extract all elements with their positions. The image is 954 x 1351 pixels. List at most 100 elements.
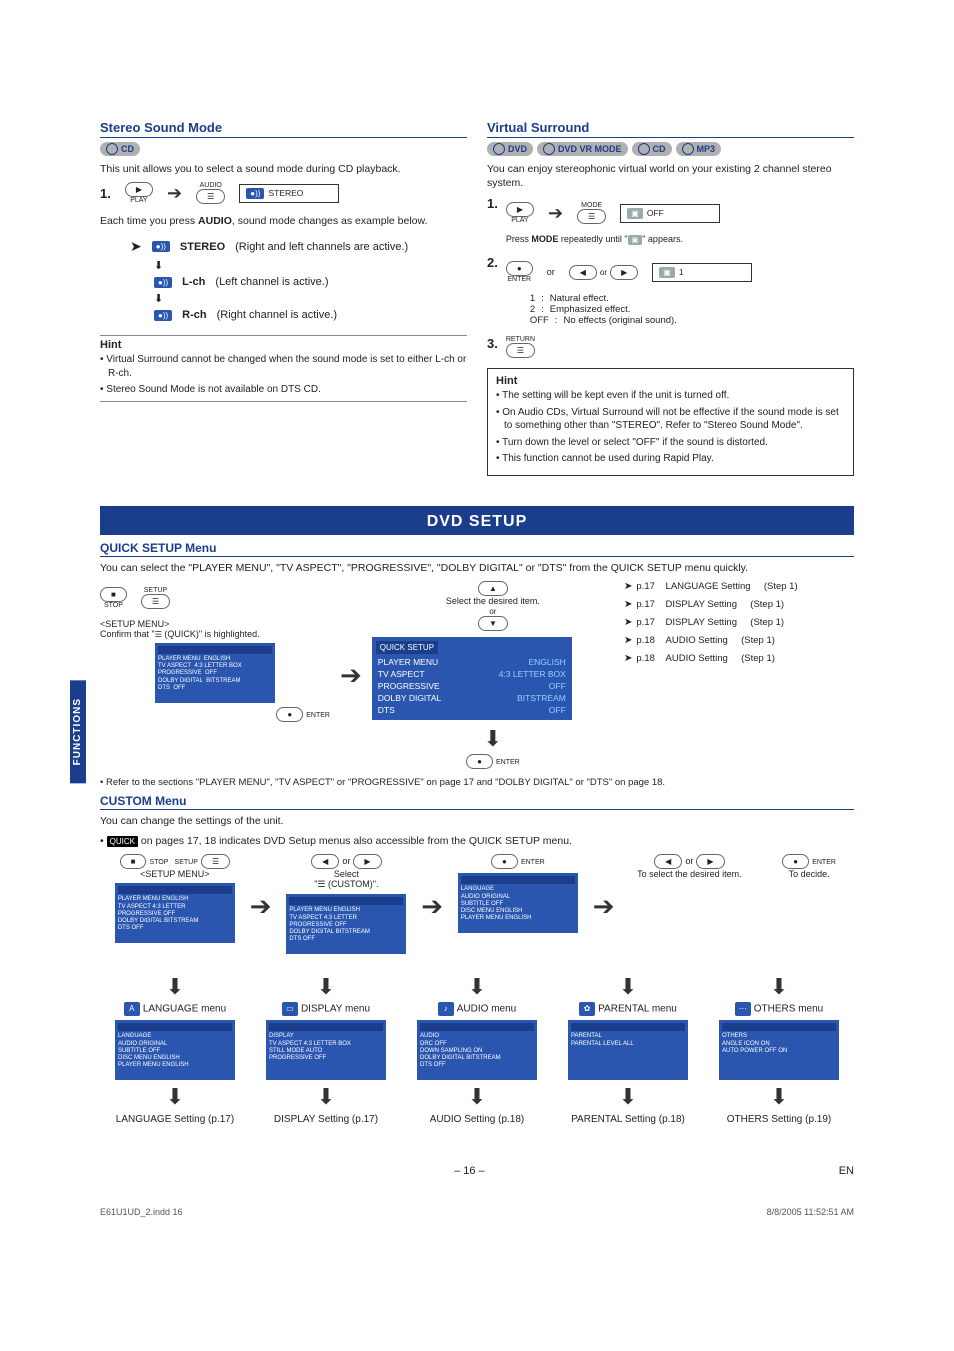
stop-button-icon: ■ [120, 854, 147, 869]
enter-button-icon: ● [782, 854, 809, 869]
stereo-heading: Stereo Sound Mode [100, 120, 467, 138]
osd-text: OFF [647, 208, 664, 218]
down-arrow-icon: ⬇ [553, 1084, 703, 1110]
vs-icon: ▣ [627, 208, 643, 219]
setting-ref: PARENTAL Setting (p.18) [553, 1114, 703, 1125]
down-arrow-icon: ⬇ [100, 1084, 250, 1110]
osd-vs-off: ▣ OFF [620, 204, 720, 223]
quick-setup-diagram: ■ STOP SETUP ☰ <SETUP MENU> Confirm that… [100, 581, 854, 769]
step-number: 2. [487, 255, 498, 270]
menu-col-display: ⬇ ▭DISPLAY menu DISPLAYTV ASPECT 4:3 LET… [251, 972, 401, 1125]
right-button-icon: ▶ [610, 265, 638, 280]
setting-name: AUDIO Setting [666, 635, 728, 646]
play-label: PLAY [506, 217, 534, 224]
effect-val: Emphasized effect. [550, 304, 631, 315]
print-footer: E61U1UD_2.indd 16 8/8/2005 11:52:51 AM [100, 1207, 854, 1217]
setting-name: DISPLAY Setting [666, 617, 737, 628]
osd-tab-label: QUICK SETUP [376, 641, 438, 654]
arrow-right-icon: ➔ [421, 891, 443, 922]
osd-text: STEREO [268, 188, 303, 198]
left-button-icon: ◀ [311, 854, 339, 869]
setup-menu-caption: <SETUP MENU> [100, 619, 330, 629]
cd-badge: CD [632, 142, 672, 156]
setup-menu-caption: <SETUP MENU> [100, 869, 250, 879]
osd-stereo-display: ●)) STEREO [239, 184, 339, 203]
stereo-sound-mode-section: Stereo Sound Mode CD This unit allows yo… [100, 120, 467, 482]
dvd-setup-title-bar: DVD SETUP [100, 506, 854, 535]
custom-intro: You can change the settings of the unit. [100, 814, 854, 828]
page-footer: – 16 – EN [100, 1165, 854, 1177]
virtual-heading: Virtual Surround [487, 120, 854, 138]
quick-right-refs: ➤p.17 LANGUAGE Setting (Step 1) ➤p.17 DI… [624, 581, 854, 671]
return-button-icon: ☰ [506, 343, 535, 358]
quick-intro: You can select the "PLAYER MENU", "TV AS… [100, 561, 854, 575]
mp3-badge: MP3 [676, 142, 722, 156]
stereo-step1-diagram: 1. ▶ PLAY ➔ AUDIO ☰ ●)) STEREO [100, 182, 467, 204]
down-arrow-icon: ⬇ [372, 726, 614, 752]
to-decide-caption: To decide. [764, 869, 854, 879]
mini-osd: DISPLAYTV ASPECT 4:3 LETTER BOXSTILL MOD… [266, 1020, 386, 1080]
quick-tag: QUICK [107, 836, 138, 847]
quick-line: on pages 17, 18 indicates DVD Setup menu… [138, 835, 572, 847]
custom-quick-note: • QUICK on pages 17, 18 indicates DVD Se… [100, 834, 854, 848]
mini-osd: LANGUAGEAUDIO ORIGINALSUBTITLE OFFDISC M… [458, 873, 578, 933]
down-arrow-icon: ⬇ [402, 974, 552, 1000]
osd-row-key: PROGRESSIVE [378, 681, 440, 691]
page-ref: p.17 [636, 581, 655, 592]
down-arrow-icon: ⬇ [704, 1084, 854, 1110]
virtual-step-1: 1. ▶ PLAY ➔ MODE ☰ ▣ [487, 196, 854, 245]
page-number: – 16 – [100, 1165, 839, 1177]
return-label: RETURN [506, 336, 535, 343]
setting-ref: DISPLAY Setting (p.17) [251, 1114, 401, 1125]
others-icon: ⋯ [735, 1002, 751, 1016]
lang-code: EN [839, 1165, 854, 1177]
dvd-badge: DVD [487, 142, 533, 156]
effect-legend: 1:Natural effect. 2:Emphasized effect. O… [530, 293, 854, 326]
or-label: or [342, 856, 350, 866]
effect-key: 2 [530, 304, 535, 315]
down-arrow-icon: ⬇ [154, 259, 467, 272]
setting-name: DISPLAY Setting [666, 599, 737, 610]
mode-button-icon: ☰ [577, 209, 606, 224]
print-file: E61U1UD_2.indd 16 [100, 1207, 183, 1217]
sound-mode-list: ➤ ●)) STEREO (Right and left channels ar… [130, 238, 467, 321]
enter-label: ENTER [521, 859, 545, 866]
step-ref: (Step 1) [750, 617, 784, 628]
hint-item: Turn down the level or select "OFF" if t… [496, 436, 845, 450]
mini-osd: PLAYER MENU ENGLISHTV ASPECT 4:3 LETTERP… [286, 894, 406, 954]
page-ref: p.18 [636, 635, 655, 646]
vs-icon: ▣ [659, 267, 675, 278]
stop-label: STOP [100, 602, 127, 609]
enter-button-icon: ● [506, 261, 533, 276]
confirm-quick-caption: Confirm that "☰ (QUICK)" is highlighted. [100, 629, 330, 639]
mode-label: STEREO [180, 241, 225, 253]
enter-label: ENTER [496, 759, 520, 766]
mini-osd-quick: PLAYER MENU ENGLISHTV ASPECT 4:3 LETTER … [155, 643, 275, 703]
hint-item: On Audio CDs, Virtual Surround will not … [496, 406, 845, 433]
hint-title: Hint [100, 335, 467, 351]
right-button-icon: ▶ [353, 854, 381, 869]
setup-button-icon: ☰ [141, 594, 170, 609]
quick-setup-osd: QUICK SETUP PLAYER MENUENGLISH TV ASPECT… [372, 637, 572, 720]
osd-row-val: OFF [549, 705, 566, 715]
step-ref: (Step 1) [741, 653, 775, 664]
to-select-caption: To select the desired item. [615, 869, 765, 879]
step-number: 1. [100, 186, 111, 201]
setup-label: SETUP [175, 859, 198, 866]
virtual-surround-section: Virtual Surround DVD DVD VR MODE CD MP3 … [487, 120, 854, 482]
mode-desc: (Right channel is active.) [217, 309, 337, 321]
menu-title: DISPLAY menu [301, 1004, 370, 1015]
menu-title: AUDIO menu [457, 1004, 516, 1015]
step-number: 1. [487, 196, 498, 211]
language-icon: A [124, 1002, 140, 1016]
osd-row-key: PLAYER MENU [378, 657, 438, 667]
menu-title: PARENTAL menu [598, 1004, 677, 1015]
osd-chip: ●)) [246, 188, 264, 199]
mode-desc: (Right and left channels are active.) [235, 241, 408, 253]
osd-row-val: ENGLISH [528, 657, 565, 667]
custom-menu-grid: ⬇ ALANGUAGE menu LANGUAGEAUDIO ORIGINALS… [100, 972, 854, 1125]
enter-button-icon: ● [276, 707, 303, 722]
down-arrow-icon: ⬇ [154, 292, 467, 305]
select-item-label: Select the desired item. [372, 596, 614, 606]
enter-label: ENTER [506, 276, 533, 283]
